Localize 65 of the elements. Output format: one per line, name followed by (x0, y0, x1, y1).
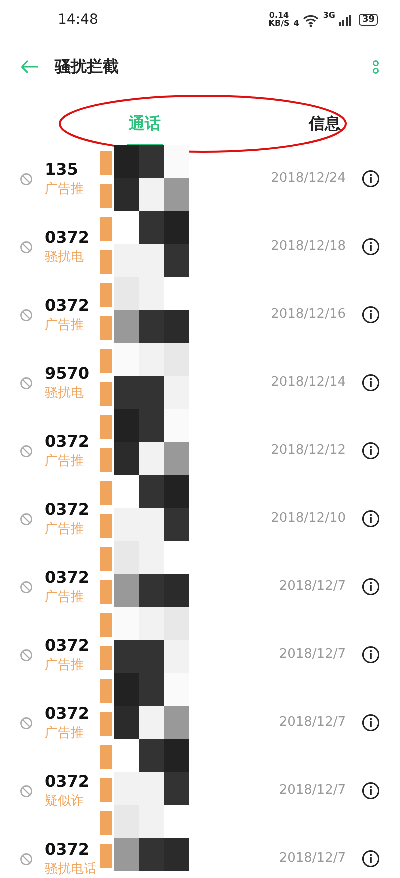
info-icon[interactable] (362, 850, 380, 868)
battery-level: 39 (359, 14, 378, 26)
speed-unit: KB/S (268, 20, 290, 28)
call-tag: 广告推 (45, 657, 90, 675)
call-date: 2018/12/7 (279, 646, 346, 664)
info-icon[interactable] (362, 510, 380, 528)
phone-number: 0372 (45, 431, 90, 453)
call-date: 2018/12/7 (279, 850, 346, 868)
call-tag: 骚扰电 (45, 249, 90, 267)
page-title: 骚扰拦截 (55, 56, 119, 78)
info-icon[interactable] (362, 306, 380, 324)
call-date: 2018/12/24 (271, 170, 346, 188)
info-icon[interactable] (362, 170, 380, 188)
phone-number: 0372 (45, 567, 90, 589)
info-icon[interactable] (362, 578, 380, 596)
blocked-icon (20, 648, 33, 662)
blocked-icon (20, 580, 33, 594)
info-icon[interactable] (362, 646, 380, 664)
call-date: 2018/12/18 (271, 238, 346, 256)
info-icon[interactable] (362, 714, 380, 732)
blocked-icon (20, 308, 33, 322)
call-tag: 广告推 (45, 453, 90, 471)
info-icon[interactable] (362, 442, 380, 460)
blocked-icon (20, 444, 33, 458)
call-tag: 广告推 (45, 181, 84, 199)
info-icon[interactable] (362, 238, 380, 256)
phone-number: 0372 (45, 771, 90, 793)
blocked-icon (20, 512, 33, 526)
blocked-icon (20, 784, 33, 798)
phone-number: 0372 (45, 703, 90, 725)
blocked-icon (20, 376, 33, 390)
call-date: 2018/12/10 (271, 510, 346, 528)
blocked-icon (20, 240, 33, 254)
info-icon[interactable] (362, 782, 380, 800)
tab[interactable]: 信息 (290, 102, 360, 146)
signal-icon (339, 14, 352, 26)
call-date: 2018/12/16 (271, 306, 346, 324)
call-tag: 广告推 (45, 589, 90, 607)
clock-time: 14:48 (58, 10, 98, 30)
phone-number: 0372 (45, 499, 90, 521)
blocked-icon (20, 716, 33, 730)
call-tag: 疑似诈 (45, 793, 90, 811)
phone-number: 0372 (45, 295, 90, 317)
wifi-icon (303, 14, 320, 26)
phone-number: 135 (45, 159, 80, 181)
call-tag: 骚扰电 (45, 385, 90, 403)
phone-number: 0372 (45, 635, 90, 657)
blocked-icon (20, 172, 33, 186)
wifi-label: 4 (294, 20, 300, 28)
call-tag: 广告推 (45, 317, 90, 335)
info-icon[interactable] (362, 374, 380, 392)
network-speed: 0.14 (268, 12, 290, 20)
blocked-icon (20, 852, 33, 866)
call-date: 2018/12/7 (279, 782, 346, 800)
call-date: 2018/12/12 (271, 442, 346, 460)
phone-number: 9570 (45, 363, 90, 385)
call-tag: 广告推 (45, 521, 90, 539)
phone-number: 0372 (45, 227, 90, 249)
phone-number: 0372 (45, 839, 91, 861)
call-tag: 广告推 (45, 725, 90, 743)
call-date: 2018/12/7 (279, 714, 346, 732)
call-date: 2018/12/14 (271, 374, 346, 392)
call-date: 2018/12/7 (279, 578, 346, 596)
call-tag: 骚扰电话 (45, 861, 97, 878)
network-type-label: 3G (323, 12, 336, 20)
